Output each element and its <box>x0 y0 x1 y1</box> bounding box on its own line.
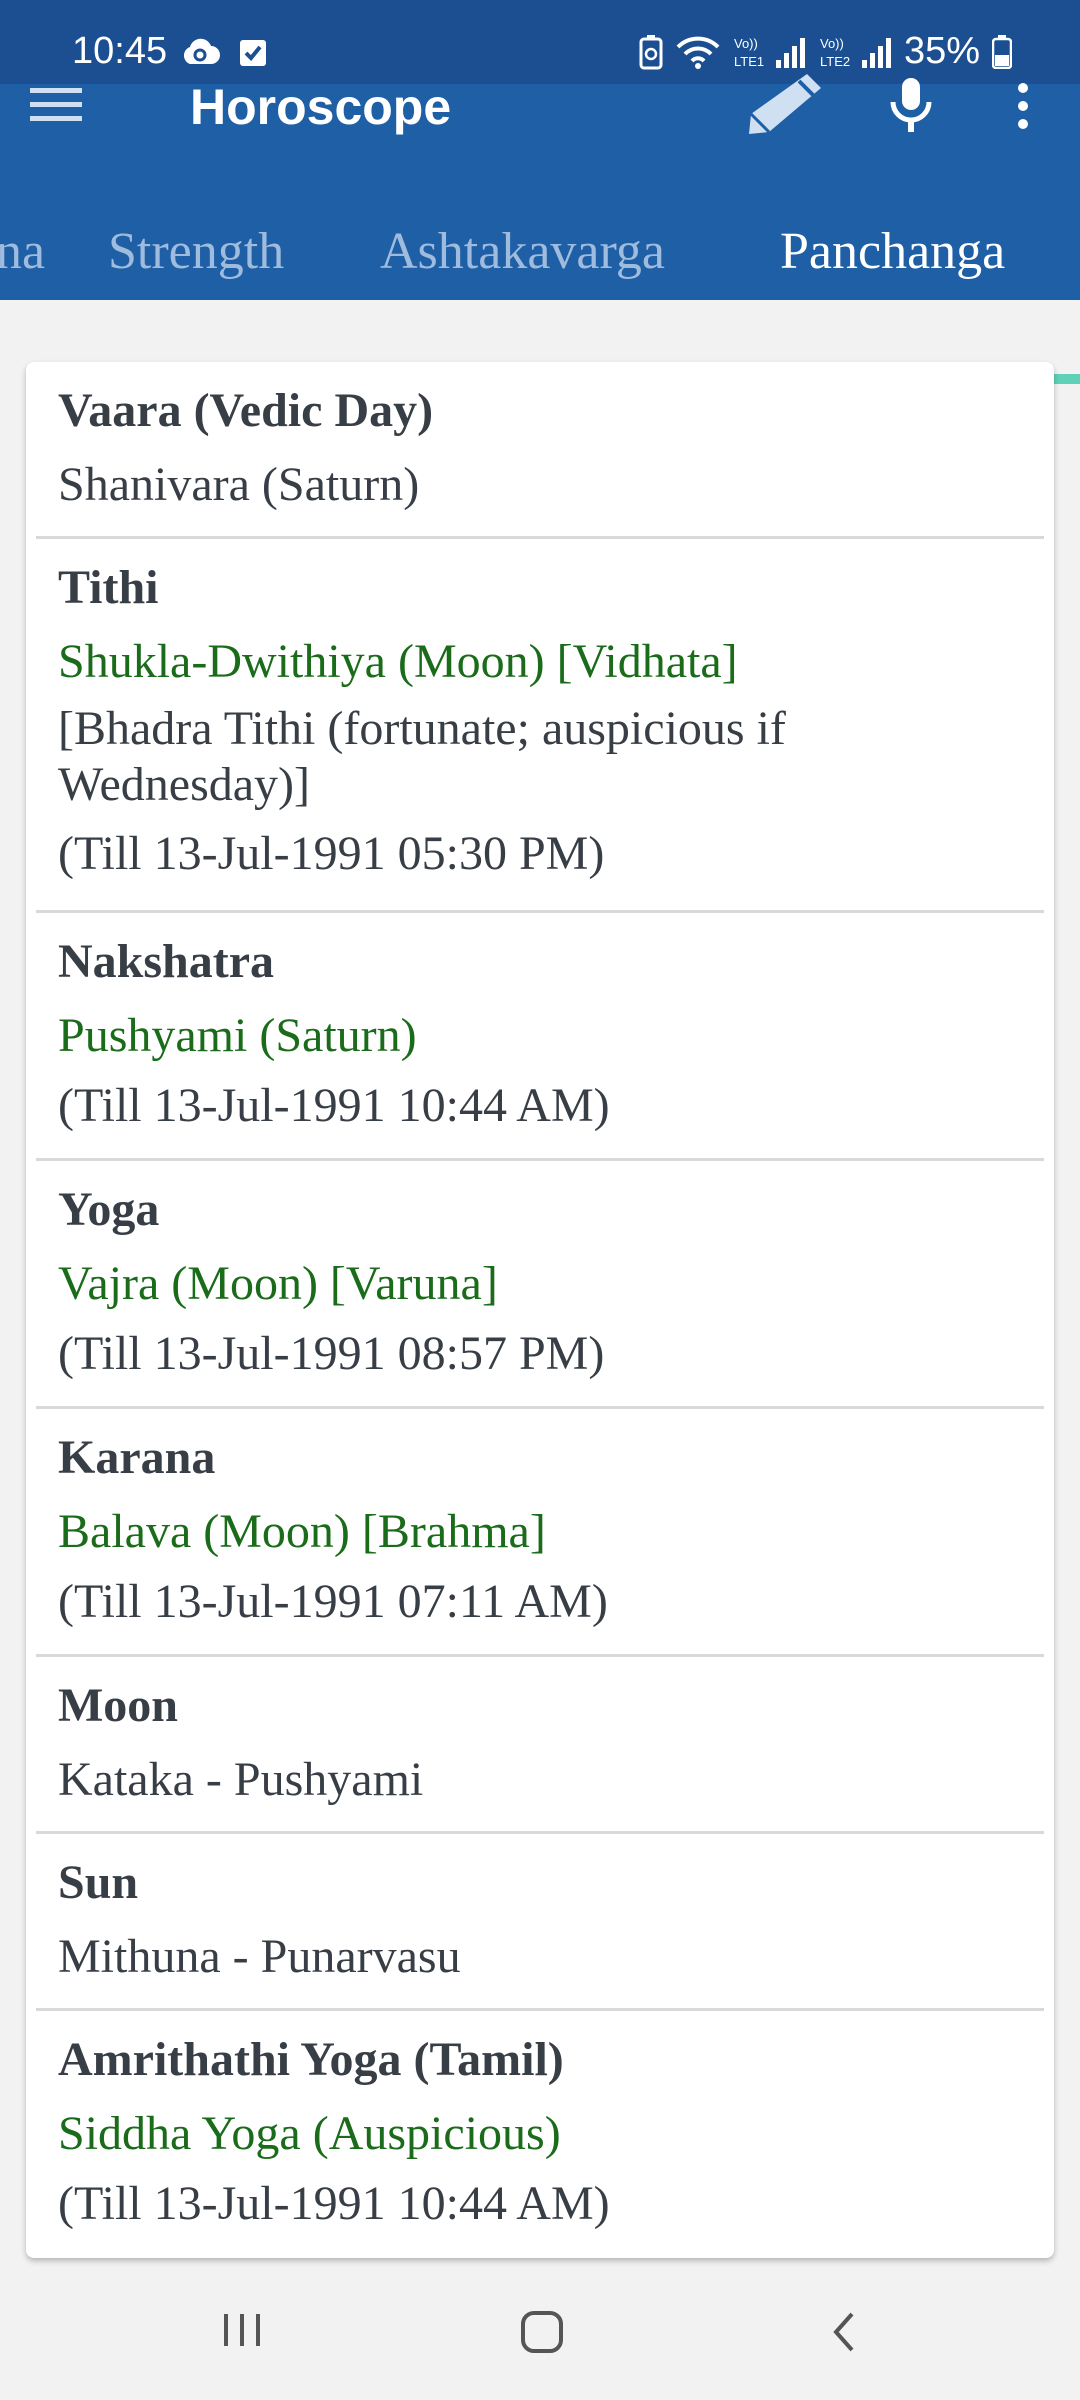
row-title: Karana <box>58 1431 216 1484</box>
recent-apps-button[interactable] <box>222 2310 262 2355</box>
row-title: Yoga <box>58 1183 160 1236</box>
recent-apps-icon <box>224 2314 260 2346</box>
battery-percent: 35% <box>903 30 980 72</box>
back-icon <box>833 2312 854 2352</box>
more-options-button[interactable] <box>1010 80 1036 132</box>
hamburger-menu-icon <box>30 88 82 121</box>
row-till: (Till 13-Jul-1991 10:44 AM) <box>58 2177 610 2230</box>
tab-panchanga[interactable]: Panchanga <box>780 222 1005 281</box>
row-value: Pushyami (Saturn) <box>58 1009 417 1062</box>
microphone-icon <box>890 78 932 132</box>
row-title: Vaara (Vedic Day) <box>58 384 434 437</box>
home-button[interactable] <box>520 2310 564 2359</box>
row-till: (Till 13-Jul-1991 08:57 PM) <box>58 1327 605 1380</box>
row-value: Siddha Yoga (Auspicious) <box>58 2107 561 2160</box>
list-item-amrithathi-yoga[interactable]: Amrithathi Yoga (Tamil) Siddha Yoga (Aus… <box>36 2011 1044 2258</box>
check-box-icon <box>240 40 266 66</box>
tab-bar: na Strength Ashtakavarga Panchanga <box>0 204 1080 384</box>
row-title: Amrithathi Yoga (Tamil) <box>58 2033 564 2086</box>
row-till: (Till 13-Jul-1991 05:30 PM) <box>58 827 605 880</box>
row-till: (Till 13-Jul-1991 10:44 AM) <box>58 1079 610 1132</box>
row-value: Shanivara (Saturn) <box>58 458 420 511</box>
row-title: Moon <box>58 1679 178 1732</box>
battery-saver-icon <box>639 34 663 69</box>
svg-text:Vo)): Vo)) <box>734 36 758 51</box>
svg-text:LTE2: LTE2 <box>820 54 850 69</box>
list-item-karana[interactable]: Karana Balava (Moon) [Brahma] (Till 13-J… <box>36 1409 1044 1657</box>
back-button[interactable] <box>828 2310 858 2359</box>
row-title: Sun <box>58 1856 139 1909</box>
list-item-vaara[interactable]: Vaara (Vedic Day) Shanivara (Saturn) <box>36 362 1044 539</box>
tab-partial[interactable]: na <box>0 222 45 281</box>
battery-icon <box>992 34 1012 69</box>
status-bar: 10:45 Vo)) LTE1 Vo)) LTE2 35% <box>0 0 1080 84</box>
signal-lte1-icon: Vo)) LTE1 <box>734 36 805 69</box>
more-vert-icon <box>1018 83 1028 129</box>
row-value: Vajra (Moon) [Varuna] <box>58 1257 498 1310</box>
row-title: Tithi <box>58 561 159 614</box>
tab-strength[interactable]: Strength <box>108 222 284 281</box>
edit-button[interactable] <box>745 72 825 136</box>
row-title: Nakshatra <box>58 935 275 988</box>
list-item-sun[interactable]: Sun Mithuna - Punarvasu <box>36 1834 1044 2011</box>
menu-button[interactable] <box>30 84 82 124</box>
svg-text:LTE1: LTE1 <box>734 54 764 69</box>
list-item-moon[interactable]: Moon Kataka - Pushyami <box>36 1657 1044 1834</box>
list-item-yoga[interactable]: Yoga Vajra (Moon) [Varuna] (Till 13-Jul-… <box>36 1161 1044 1409</box>
system-nav-bar <box>0 2270 1080 2400</box>
row-till: (Till 13-Jul-1991 07:11 AM) <box>58 1575 608 1628</box>
toolbar: Horoscope <box>0 74 1080 135</box>
svg-text:Vo)): Vo)) <box>820 36 844 51</box>
list-item-nakshatra[interactable]: Nakshatra Pushyami (Saturn) (Till 13-Jul… <box>36 913 1044 1161</box>
home-icon <box>521 2311 563 2353</box>
row-value: Balava (Moon) [Brahma] <box>58 1505 546 1558</box>
row-note: [Bhadra Tithi (fortunate; auspicious if … <box>58 702 786 811</box>
app-bar: Horoscope na Strength Ashtakavarga Panch… <box>0 74 1080 384</box>
panchanga-card: Vaara (Vedic Day) Shanivara (Saturn) Tit… <box>26 362 1054 2258</box>
cloud-sync-icon <box>183 38 220 64</box>
tab-ashtakavarga[interactable]: Ashtakavarga <box>380 222 665 281</box>
row-value: Mithuna - Punarvasu <box>58 1930 461 1983</box>
page-title: Horoscope <box>190 79 452 135</box>
voice-button[interactable] <box>888 76 934 136</box>
wifi-icon <box>676 36 720 69</box>
pencil-icon <box>749 74 821 134</box>
status-time: 10:45 <box>72 30 168 72</box>
row-value: Kataka - Pushyami <box>58 1753 424 1806</box>
list-item-tithi[interactable]: Tithi Shukla-Dwithiya (Moon) [Vidhata] [… <box>36 539 1044 913</box>
row-value: Shukla-Dwithiya (Moon) [Vidhata] <box>58 635 738 688</box>
signal-lte2-icon: Vo)) LTE2 <box>820 36 891 69</box>
